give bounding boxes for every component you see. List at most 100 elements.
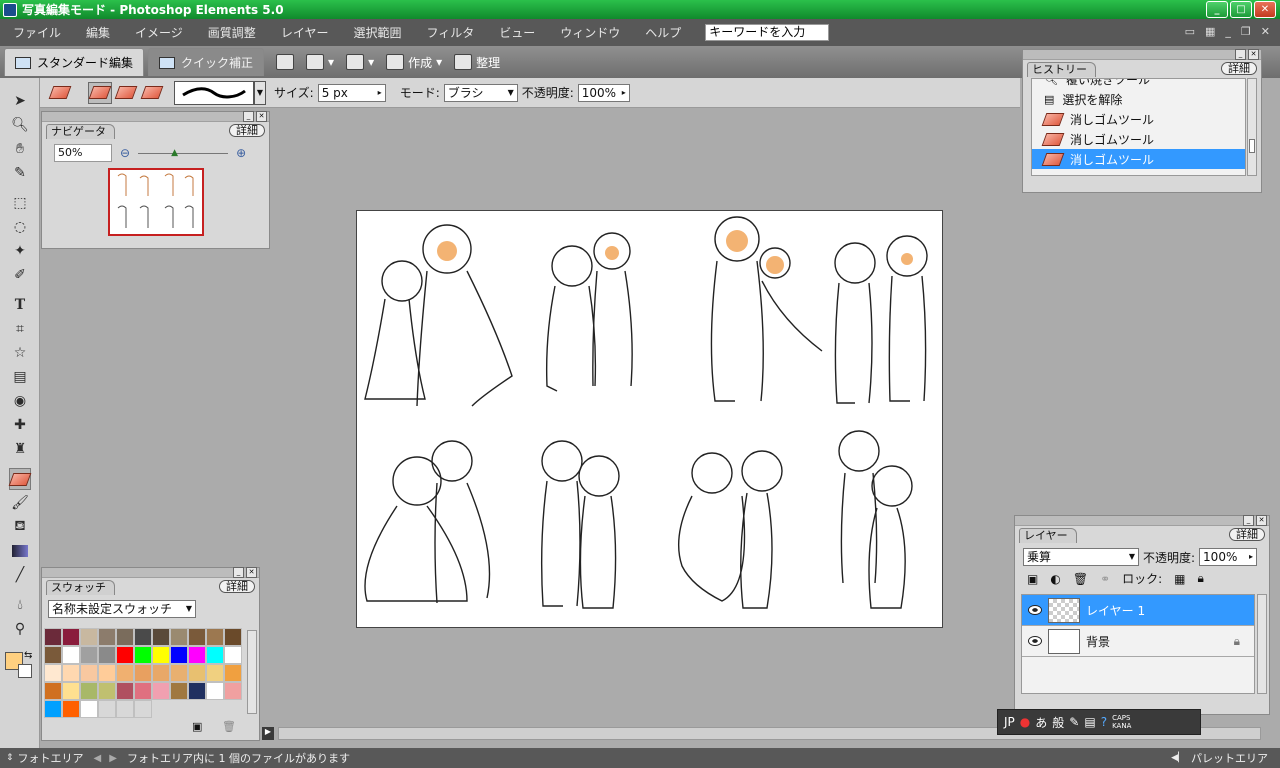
navigator-thumbnail[interactable] bbox=[107, 168, 204, 236]
blend-mode-select[interactable]: 乗算 ▼ bbox=[1023, 548, 1139, 566]
ime-lang[interactable]: JP bbox=[1004, 715, 1015, 729]
color-swatch[interactable] bbox=[152, 682, 170, 700]
layer-row-1[interactable]: レイヤー 1 bbox=[1022, 595, 1254, 626]
lock-all-icon[interactable]: 🔒︎ bbox=[1198, 571, 1204, 586]
tool-preset-button[interactable] bbox=[48, 82, 72, 104]
color-swatch[interactable] bbox=[62, 664, 80, 682]
navigator-minimize-button[interactable]: _ bbox=[243, 111, 254, 122]
standard-edit-tab[interactable]: スタンダード編集 bbox=[4, 48, 145, 76]
swatches-minimize-button[interactable]: _ bbox=[233, 567, 244, 578]
share-button[interactable]: ▾ bbox=[306, 54, 334, 70]
lasso-tool-icon[interactable]: ◌ bbox=[9, 216, 31, 238]
adjustment-layer-icon[interactable]: ◐ bbox=[1050, 572, 1060, 586]
menu-enhance[interactable]: 画質調整 bbox=[195, 24, 268, 41]
color-swatch[interactable] bbox=[44, 646, 62, 664]
swatches-tab[interactable]: スウォッチ bbox=[46, 580, 115, 595]
history-item[interactable]: ▤ 選択を解除 bbox=[1032, 89, 1245, 109]
color-swatch[interactable] bbox=[134, 664, 152, 682]
color-swatch[interactable] bbox=[134, 628, 152, 646]
clone-stamp-tool-icon[interactable]: ♜ bbox=[9, 438, 31, 460]
sponge-tool-icon[interactable]: ⚲ bbox=[9, 618, 31, 640]
visibility-eye-icon[interactable] bbox=[1028, 636, 1042, 646]
color-swatch[interactable] bbox=[98, 664, 116, 682]
magic-eraser-button[interactable] bbox=[140, 82, 164, 104]
swatches-close-button[interactable]: ✕ bbox=[246, 567, 257, 578]
palette-area-label[interactable]: パレットエリア bbox=[1191, 750, 1268, 766]
type-tool-icon[interactable]: T bbox=[9, 294, 31, 316]
minimize-button[interactable]: _ bbox=[1206, 1, 1228, 18]
background-eraser-button[interactable] bbox=[114, 82, 138, 104]
history-close-button[interactable]: ✕ bbox=[1248, 49, 1259, 60]
menu-edit[interactable]: 編集 bbox=[73, 24, 122, 41]
cookie-cutter-tool-icon[interactable]: ☆ bbox=[9, 342, 31, 364]
color-swatch[interactable] bbox=[224, 646, 242, 664]
opacity-field[interactable]: 100% ▸ bbox=[577, 83, 630, 102]
color-swatch[interactable] bbox=[80, 664, 98, 682]
doc-close-icon[interactable]: ✕ bbox=[1261, 25, 1270, 38]
new-layer-icon[interactable]: ▣ bbox=[1027, 572, 1038, 586]
color-swatch[interactable] bbox=[44, 628, 62, 646]
healing-brush-tool-icon[interactable]: ✚ bbox=[9, 414, 31, 436]
document-canvas[interactable] bbox=[356, 210, 943, 628]
brush-preset-picker[interactable] bbox=[174, 80, 254, 105]
layers-close-button[interactable]: ✕ bbox=[1256, 515, 1267, 526]
history-tab[interactable]: ヒストリー bbox=[1027, 62, 1096, 77]
color-swatch[interactable] bbox=[206, 682, 224, 700]
color-swatch[interactable] bbox=[170, 646, 188, 664]
eraser-mode-button[interactable] bbox=[88, 81, 112, 104]
color-swatch[interactable] bbox=[98, 628, 116, 646]
color-swatch[interactable] bbox=[98, 646, 116, 664]
print-button[interactable] bbox=[276, 54, 295, 70]
color-swatch[interactable] bbox=[134, 646, 152, 664]
swatches-scrollbar[interactable] bbox=[247, 630, 257, 714]
doc-restore-icon[interactable]: ❐ bbox=[1241, 25, 1251, 38]
color-swatch[interactable] bbox=[80, 682, 98, 700]
straighten-tool-icon[interactable]: ▤ bbox=[9, 366, 31, 388]
layer-row-background[interactable]: 背景 🔒︎ bbox=[1022, 626, 1254, 657]
layers-tab[interactable]: レイヤー bbox=[1019, 528, 1077, 543]
photo-area-toggle-icon[interactable]: ⇕ bbox=[6, 753, 14, 763]
hand-tool-icon[interactable]: ✋︎ bbox=[9, 138, 31, 160]
history-item[interactable]: 消しゴムツール bbox=[1032, 149, 1245, 169]
brush-dropdown-arrow[interactable]: ▼ bbox=[254, 80, 266, 105]
color-swatch[interactable] bbox=[224, 628, 242, 646]
color-swatch[interactable] bbox=[44, 664, 62, 682]
brush-tool-icon[interactable]: 🖌︎ bbox=[9, 492, 31, 514]
layer-opacity-field[interactable]: 100% ▸ bbox=[1199, 548, 1258, 566]
zoom-slider[interactable]: ▲ bbox=[138, 148, 229, 158]
ime-tools-icon[interactable]: ▤ bbox=[1084, 715, 1095, 729]
history-item[interactable]: 🔍︎ 覆い焼きツール bbox=[1032, 79, 1245, 89]
menu-file[interactable]: ファイル bbox=[0, 24, 73, 41]
doc-minimize-icon[interactable]: _ bbox=[1225, 25, 1231, 38]
history-item[interactable]: 消しゴムツール bbox=[1032, 109, 1245, 129]
color-swatch[interactable] bbox=[152, 628, 170, 646]
palette-area-toggle-icon[interactable]: ◀▏ bbox=[1171, 753, 1185, 763]
prev-photo-icon[interactable]: ◀ bbox=[94, 753, 102, 764]
link-layer-icon[interactable]: ⚭ bbox=[1100, 572, 1110, 586]
color-swatch[interactable] bbox=[62, 628, 80, 646]
color-swatch[interactable] bbox=[44, 682, 62, 700]
create-button[interactable]: 作成 ▾ bbox=[386, 54, 442, 71]
menu-help[interactable]: ヘルプ bbox=[632, 24, 693, 41]
lock-transparency-icon[interactable]: ▦ bbox=[1174, 572, 1185, 586]
workspace-icon[interactable]: ▭ bbox=[1185, 25, 1195, 38]
color-swatch[interactable] bbox=[170, 664, 188, 682]
tile-icon[interactable]: ▦ bbox=[1205, 25, 1215, 38]
color-swatch[interactable] bbox=[116, 682, 134, 700]
close-button[interactable]: ✕ bbox=[1254, 1, 1276, 18]
zoom-slider-thumb[interactable]: ▲ bbox=[171, 148, 178, 158]
history-item[interactable]: 消しゴムツール bbox=[1032, 129, 1245, 149]
color-swatch[interactable] bbox=[116, 700, 134, 718]
color-swatch[interactable] bbox=[152, 646, 170, 664]
email-button[interactable]: ▾ bbox=[346, 54, 374, 70]
history-scrollbar[interactable] bbox=[1247, 78, 1257, 176]
color-swatch[interactable] bbox=[206, 646, 224, 664]
menu-image[interactable]: イメージ bbox=[122, 24, 195, 41]
gradient-tool-icon[interactable] bbox=[9, 540, 31, 562]
layers-detail-button[interactable]: 詳細 bbox=[1229, 528, 1265, 541]
marquee-tool-icon[interactable]: ⬚ bbox=[9, 192, 31, 214]
red-eye-tool-icon[interactable]: ◉ bbox=[9, 390, 31, 412]
keyword-search-input[interactable]: キーワードを入力 bbox=[705, 24, 830, 41]
organize-button[interactable]: 整理 bbox=[454, 54, 500, 71]
blur-tool-icon[interactable]: 💧︎ bbox=[9, 594, 31, 616]
